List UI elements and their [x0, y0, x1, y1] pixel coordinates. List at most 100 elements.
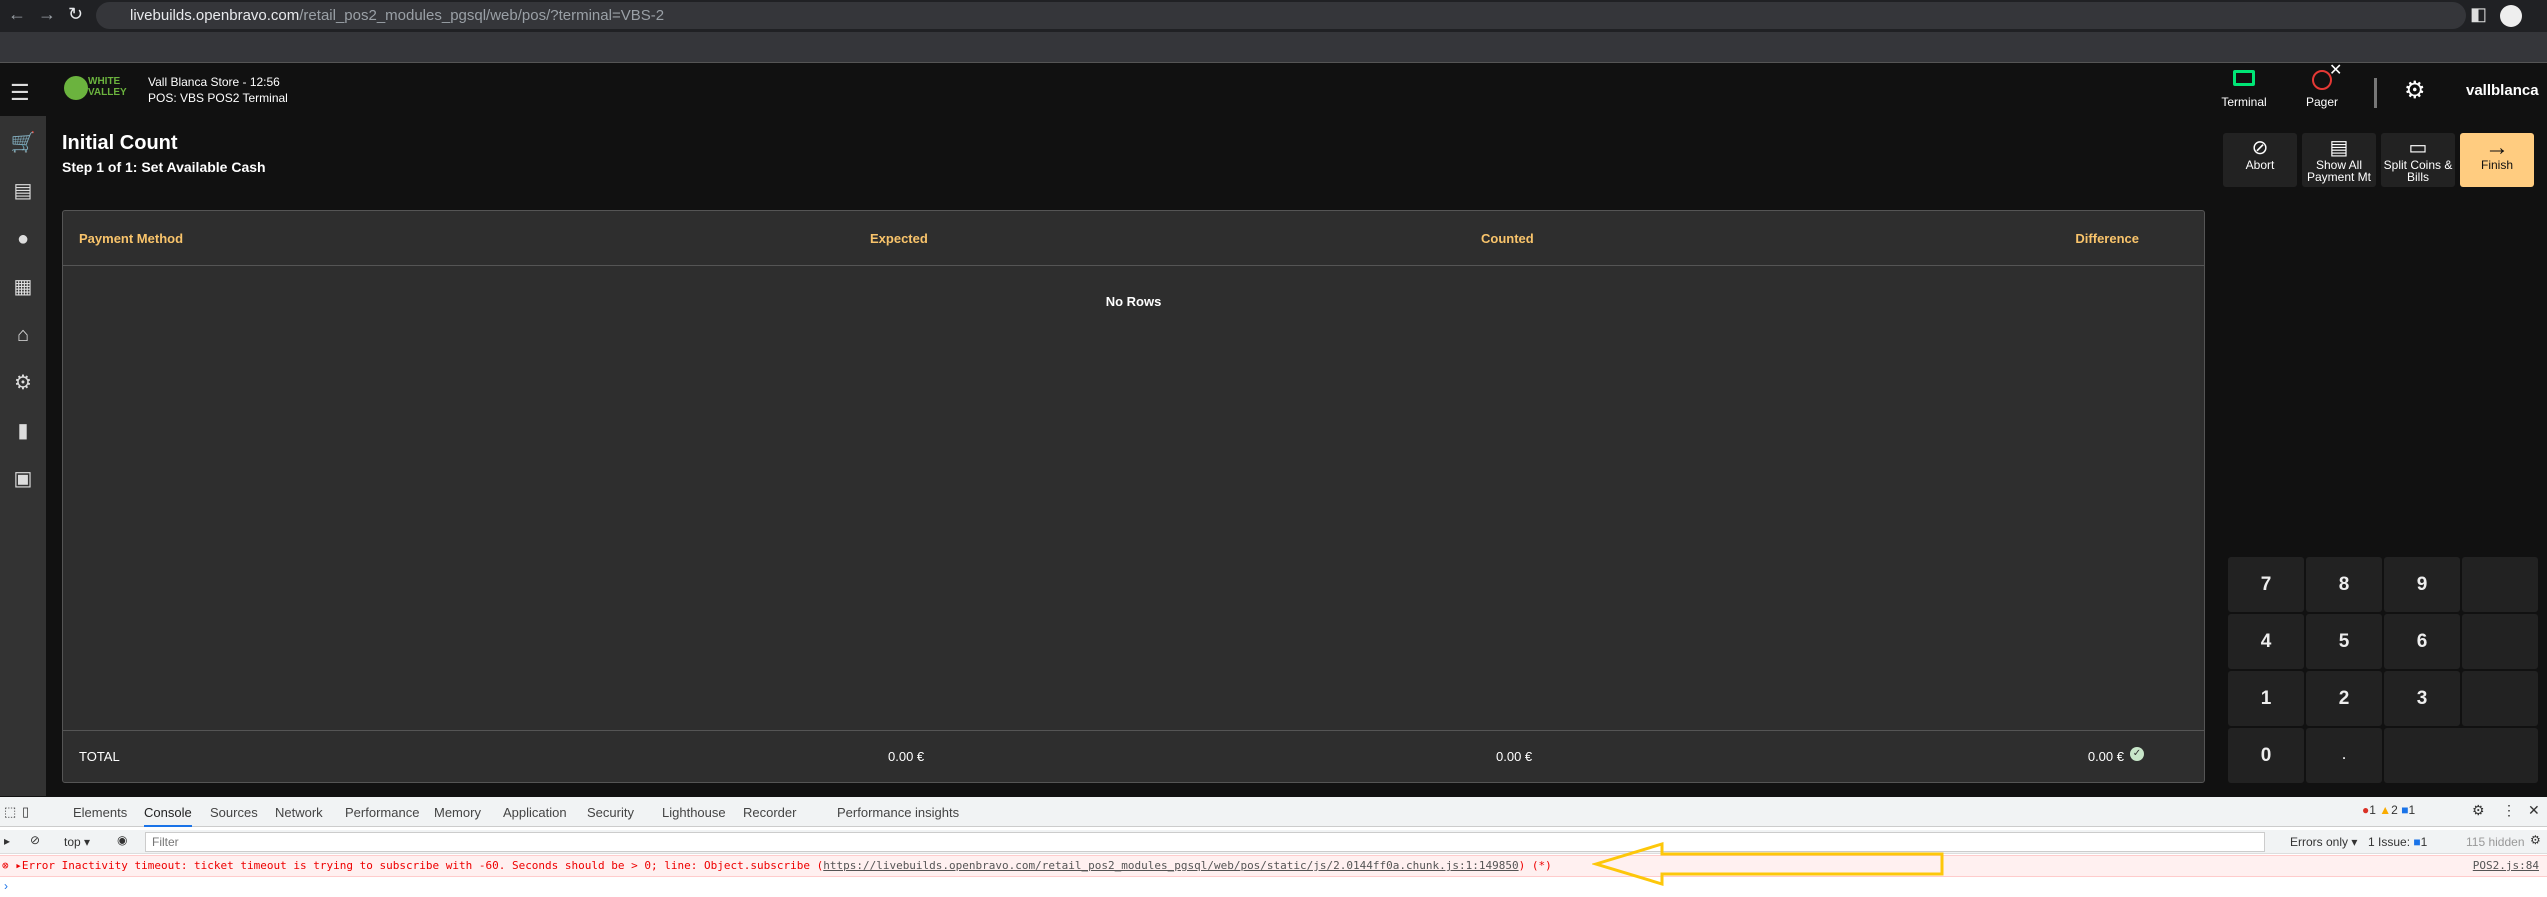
url-path: /retail_pos2_modules_pgsql/web/pos/?term… — [299, 7, 665, 24]
devtools-panel: ⬚ ▯ Elements Console Sources Network Per… — [0, 797, 2547, 897]
page-step: Step 1 of 1: Set Available Cash — [62, 159, 266, 175]
settings-icon[interactable]: ⚙ — [8, 368, 38, 398]
keypad: 7 8 9 4 5 6 1 2 3 0 . — [2228, 557, 2538, 785]
error-source-link[interactable]: https://livebuilds.openbravo.com/retail_… — [823, 859, 1518, 872]
column-counted: Counted — [1481, 231, 1534, 246]
console-toolbar: ▸ ⊘ top ▾ ◉ Errors only ▾ 1 Issue: ■1 11… — [0, 830, 2547, 854]
column-expected: Expected — [870, 231, 928, 246]
tab-sources[interactable]: Sources — [210, 805, 258, 820]
column-payment-method: Payment Method — [79, 231, 184, 246]
total-counted: 0.00 € — [1496, 749, 1533, 764]
tab-application[interactable]: Application — [503, 805, 567, 820]
username[interactable]: vallblanca — [2466, 82, 2539, 99]
total-label: TOTAL — [79, 749, 120, 764]
column-difference: Difference — [2075, 231, 2139, 246]
prohibited-icon: ⊘ — [2251, 137, 2269, 159]
view-list-icon: ▤ — [2329, 137, 2349, 159]
more-icon[interactable]: ⋮ — [2502, 802, 2516, 819]
browser-bookmarks-bar — [0, 32, 2547, 63]
monitor-icon — [2233, 70, 2255, 86]
tab-recorder[interactable]: Recorder — [743, 805, 796, 820]
document-icon[interactable]: ▮ — [8, 416, 38, 446]
gear-icon[interactable]: ⚙ — [2404, 76, 2426, 105]
filter-input[interactable] — [145, 832, 2265, 852]
show-all-payment-button[interactable]: ▤ Show All Payment Mt — [2302, 133, 2376, 187]
console-settings-icon[interactable]: ⚙ — [2530, 833, 2541, 847]
key-blank-wide[interactable] — [2384, 728, 2538, 783]
issue-counters[interactable]: ●1 ▲2 ■1 — [2362, 803, 2415, 817]
key-blank[interactable] — [2462, 671, 2538, 726]
context-select[interactable]: top ▾ — [64, 835, 90, 849]
menu-icon[interactable]: ☰ — [10, 80, 30, 106]
eye-icon[interactable]: ◉ — [117, 833, 127, 847]
error-icon: ⊗ — [2, 859, 9, 872]
tab-lighthouse[interactable]: Lighthouse — [662, 805, 726, 820]
error-file-link[interactable]: POS2.js:84 — [2473, 856, 2539, 876]
store-info: Vall Blanca Store - 12:56 POS: VBS POS2 T… — [148, 75, 288, 105]
tab-performance[interactable]: Performance — [345, 805, 419, 820]
printer-icon[interactable]: ▣ — [8, 464, 38, 494]
logo-icon — [64, 76, 88, 100]
profile-icon[interactable] — [2500, 5, 2522, 27]
divider — [2374, 78, 2377, 108]
logo: WHITE VALLEY — [88, 76, 127, 98]
cart-icon[interactable]: 🛒 — [8, 128, 38, 158]
devtools-tabbar: ⬚ ▯ Elements Console Sources Network Per… — [0, 797, 2547, 827]
split-coins-bills-button[interactable]: ▭ Split Coins & Bills — [2381, 133, 2455, 187]
key-4[interactable]: 4 — [2228, 614, 2304, 669]
tab-security[interactable]: Security — [587, 805, 634, 820]
key-5[interactable]: 5 — [2306, 614, 2382, 669]
key-1[interactable]: 1 — [2228, 671, 2304, 726]
hidden-count: 115 hidden — [2466, 835, 2525, 849]
customer-icon[interactable]: ● — [8, 224, 38, 254]
key-6[interactable]: 6 — [2384, 614, 2460, 669]
issues-button[interactable]: 1 Issue: ■1 — [2368, 835, 2427, 849]
store-icon[interactable]: ⌂ — [8, 320, 38, 350]
split-money-icon: ▭ — [2408, 137, 2428, 159]
forward-icon[interactable]: → — [38, 4, 56, 25]
console-prompt[interactable]: › — [4, 879, 8, 893]
close-devtools-icon[interactable]: ✕ — [2528, 802, 2540, 819]
total-expected: 0.00 € — [888, 749, 925, 764]
devtools-settings-icon[interactable]: ⚙ — [2472, 802, 2485, 819]
tab-network[interactable]: Network — [275, 805, 323, 820]
tab-memory[interactable]: Memory — [434, 805, 481, 820]
sidebar: 🛒 ▤ ● ▦ ⌂ ⚙ ▮ ▣ — [0, 116, 46, 796]
table-header: Payment Method Expected Counted Differen… — [63, 211, 2204, 266]
cash-register-icon[interactable]: ▦ — [8, 272, 38, 302]
key-0[interactable]: 0 — [2228, 728, 2304, 783]
abort-button[interactable]: ⊘ Abort — [2223, 133, 2297, 187]
back-icon[interactable]: ← — [8, 4, 26, 25]
key-8[interactable]: 8 — [2306, 557, 2382, 612]
sidebar-icon[interactable]: ◧ — [2470, 4, 2487, 25]
tab-elements[interactable]: Elements — [73, 805, 127, 820]
annotation-arrow — [1592, 841, 1944, 887]
receipt-icon[interactable]: ▤ — [8, 176, 38, 206]
inspect-icon[interactable]: ⬚ — [4, 804, 16, 820]
console-error-row: ⊗ ▸Error Inactivity timeout: ticket time… — [0, 855, 2547, 877]
key-2[interactable]: 2 — [2306, 671, 2382, 726]
payment-count-table: Payment Method Expected Counted Differen… — [62, 210, 2205, 783]
key-decimal[interactable]: . — [2306, 728, 2382, 783]
show-sidebar-icon[interactable]: ▸ — [4, 834, 10, 848]
key-9[interactable]: 9 — [2384, 557, 2460, 612]
arrow-right-icon: → — [2485, 134, 2509, 161]
address-bar[interactable]: livebuilds.openbravo.com/retail_pos2_mod… — [96, 2, 2466, 29]
browser-toolbar: ← → ↻ livebuilds.openbravo.com/retail_po… — [0, 0, 2547, 32]
reload-icon[interactable]: ↻ — [68, 4, 83, 25]
key-3[interactable]: 3 — [2384, 671, 2460, 726]
finish-button[interactable]: → Finish — [2460, 133, 2534, 187]
tab-performance-insights[interactable]: Performance insights — [837, 805, 959, 820]
url-host: livebuilds.openbravo.com — [130, 7, 300, 24]
terminal-status[interactable]: Terminal — [2220, 70, 2268, 109]
empty-message: No Rows — [1105, 294, 1162, 309]
check-icon: ✓ — [2130, 747, 2144, 761]
key-7[interactable]: 7 — [2228, 557, 2304, 612]
tab-console[interactable]: Console — [144, 805, 192, 827]
app-header: ☰ WHITE VALLEY Vall Blanca Store - 12:56 P… — [0, 62, 2547, 130]
key-blank[interactable] — [2462, 614, 2538, 669]
log-levels-select[interactable]: Errors only ▾ — [2290, 835, 2357, 849]
clear-console-icon[interactable]: ⊘ — [30, 833, 40, 847]
device-toolbar-icon[interactable]: ▯ — [22, 804, 29, 820]
key-blank[interactable] — [2462, 557, 2538, 612]
